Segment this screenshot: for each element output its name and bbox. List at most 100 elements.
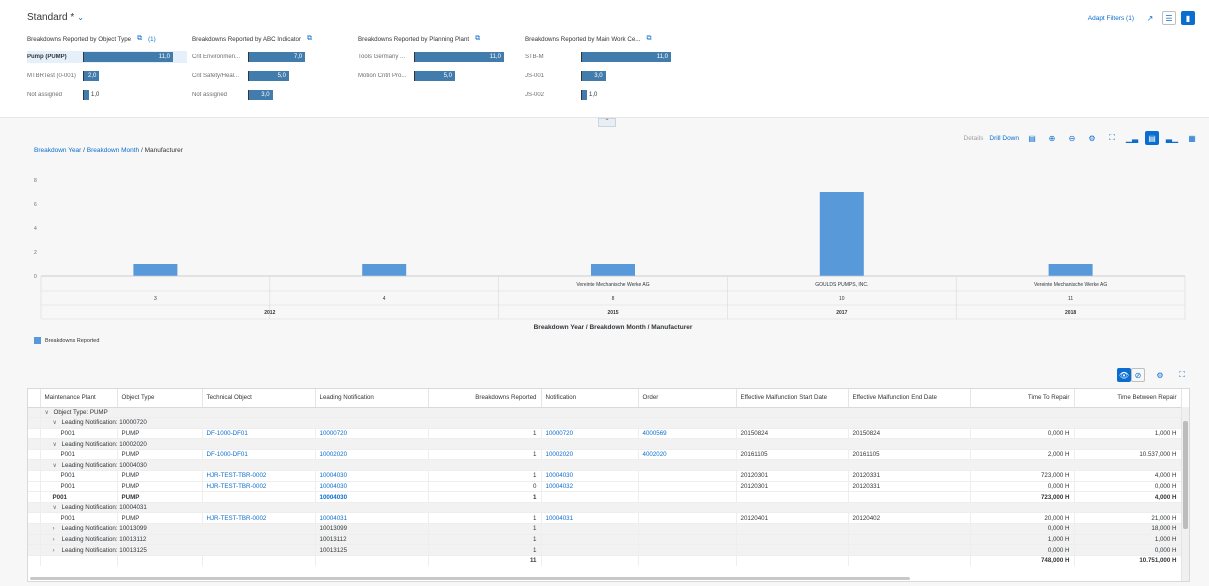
compact-filter-icon[interactable]: ☰ [1162, 11, 1176, 25]
table-cell[interactable]: 10013099 [315, 523, 429, 535]
table-cell[interactable] [638, 481, 737, 493]
group-header-row[interactable]: ∨ Leading Notification: 10004030 [28, 459, 1181, 472]
filter-bar[interactable]: 7,0 [248, 52, 306, 62]
variant-selector[interactable]: Standard * ⌄ [27, 12, 84, 23]
chart-bar[interactable] [1048, 264, 1093, 276]
adapt-filters-link[interactable]: Adapt Filters (1) [1088, 15, 1134, 22]
row-selector[interactable] [28, 407, 41, 419]
table-row[interactable]: P001 PUMP HJR-TEST-TBR-0002 10004030 1 100040… [28, 470, 1182, 482]
collapsed-group-row[interactable]: › Leading Notification: 10013099 10013099 1… [28, 523, 1182, 535]
filter-bar-row[interactable]: Not assigned 3,0 [192, 89, 352, 101]
table-row[interactable]: P001 PUMP HJR-TEST-TBR-0002 10004031 1 100040… [28, 512, 1182, 525]
chart-bar[interactable] [591, 264, 635, 276]
breadcrumb-item-month[interactable]: Breakdown Month [87, 147, 139, 154]
settings-icon[interactable]: ⚙ [1085, 131, 1099, 145]
filter-card[interactable]: Breakdowns Reported by ABC Indicator ⧉ Cri… [192, 34, 352, 101]
filter-card[interactable]: Breakdowns Reported by Main Work Ce... ⧉ S… [525, 34, 685, 101]
expand-card-icon[interactable]: ⧉ [475, 35, 480, 43]
table-cell[interactable]: 10002020 [315, 449, 429, 461]
row-selector[interactable] [28, 481, 41, 493]
filter-bar[interactable]: 5,0 [248, 71, 289, 81]
group-header-row[interactable]: ∨ Leading Notification: 10000720 [28, 417, 1181, 429]
row-selector[interactable] [28, 544, 41, 556]
filter-bar[interactable]: 5,0 [414, 71, 455, 81]
group-header-cell[interactable]: ∨ Leading Notification: 10004030 [40, 459, 1181, 472]
expand-card-icon[interactable]: ⧉ [646, 35, 651, 43]
table-cell[interactable]: DF-1000-DF01 [202, 449, 316, 461]
group-header-row[interactable]: ∨ Leading Notification: 10004031 [28, 502, 1181, 514]
filter-bar[interactable] [83, 90, 89, 100]
column-header[interactable]: Maintenance Plant [40, 389, 118, 408]
table-cell[interactable]: 10000720 [541, 428, 639, 440]
grand-total-row[interactable]: 11 748,000 H 10.751,000 H [28, 555, 1182, 566]
filter-bar-row[interactable]: JS-001 3,0 [525, 70, 685, 82]
table-cell[interactable]: 10002020 [541, 449, 639, 461]
chart-bar[interactable] [133, 264, 178, 276]
row-selector[interactable] [28, 502, 41, 514]
table-row[interactable]: P001 PUMP DF-1000-DF01 10000720 1 10000720 400… [28, 428, 1182, 440]
zoom-in-icon[interactable]: ⊕ [1045, 131, 1059, 145]
column-header[interactable]: Time To Repair [970, 389, 1075, 408]
hide-details-icon[interactable]: ⊘ [1131, 368, 1145, 382]
vertical-scrollbar[interactable] [1181, 407, 1189, 581]
table-cell[interactable]: 10013125 [315, 544, 429, 556]
table-cell[interactable] [638, 470, 737, 482]
filter-bar-row[interactable]: Motion Cntrl Pro... 5,0 [358, 70, 518, 82]
column-header[interactable]: Effective Malfunction Start Date [736, 389, 849, 408]
filter-bar-row[interactable]: STB-M 11,0 [525, 51, 685, 63]
column-header[interactable]: Order [638, 389, 737, 408]
chart-view-icon[interactable]: ▤ [1145, 131, 1159, 145]
table-cell[interactable]: 10004031 [315, 512, 429, 525]
collapse-group-icon[interactable]: ∨ [45, 409, 54, 416]
group-header-cell[interactable]: ∨ Leading Notification: 10002020 [40, 438, 1181, 450]
table-cell[interactable]: 10000720 [315, 428, 429, 440]
filter-bar[interactable]: 11,0 [83, 52, 173, 62]
filter-bar-row[interactable]: Crit Environmen... 7,0 [192, 51, 352, 63]
breadcrumb-item-year[interactable]: Breakdown Year [34, 147, 81, 154]
group-header-row[interactable]: ∨ Object Type: PUMP [28, 407, 1181, 419]
table-view-icon[interactable]: ▦ [1185, 131, 1199, 145]
table-cell[interactable]: 10004032 [541, 481, 639, 493]
table-cell[interactable]: 10004030 [315, 491, 429, 503]
collapse-group-icon[interactable]: ∨ [53, 419, 62, 426]
collapse-group-icon[interactable]: ∨ [53, 504, 62, 511]
subtotal-row[interactable]: P001 PUMP 10004030 1 723,000 H 4,000 H [28, 491, 1182, 503]
collapse-header-button[interactable]: ⌃ [598, 118, 616, 127]
legend-icon[interactable]: ▤ [1025, 131, 1039, 145]
table-settings-icon[interactable]: ⚙ [1153, 368, 1167, 382]
group-header-cell[interactable]: ∨ Object Type: PUMP [40, 407, 1181, 419]
details-button[interactable]: Details [964, 135, 984, 142]
filter-card[interactable]: Breakdowns Reported by Object Type ⧉ (1) Pu… [27, 34, 187, 101]
column-header[interactable]: Technical Object [202, 389, 316, 408]
table-cell[interactable]: DF-1000-DF01 [202, 428, 316, 440]
chart-type-icon[interactable]: ▁▃ [1125, 131, 1139, 145]
column-header[interactable]: Breakdowns Reported [428, 389, 542, 408]
group-header-cell[interactable]: ∨ Leading Notification: 10000720 [40, 417, 1181, 429]
row-selector[interactable] [28, 491, 41, 503]
group-header-cell[interactable]: › Leading Notification: 10013125 [40, 544, 316, 556]
table-cell[interactable]: HJR-TEST-TBR-0002 [202, 470, 316, 482]
expand-group-icon[interactable]: › [53, 525, 62, 532]
show-details-icon[interactable]: 👁 [1117, 368, 1131, 382]
table-cell[interactable]: 4002020 [638, 449, 737, 461]
group-header-cell[interactable]: › Leading Notification: 10013099 [40, 523, 316, 535]
collapse-group-icon[interactable]: ∨ [53, 441, 62, 448]
filter-card[interactable]: Breakdowns Reported by Planning Plant ⧉ To… [358, 34, 518, 82]
filter-bar-row[interactable]: Crit Safety/Heal... 5,0 [192, 70, 352, 82]
table-fullscreen-icon[interactable]: ⛶ [1175, 368, 1189, 382]
table-cell[interactable]: 10004031 [541, 512, 639, 525]
filter-bar[interactable]: 11,0 [414, 52, 504, 62]
table-cell[interactable]: 10004030 [315, 470, 429, 482]
expand-group-icon[interactable]: › [53, 536, 62, 543]
column-header[interactable]: Leading Notification [315, 389, 429, 408]
row-selector[interactable] [28, 428, 41, 440]
filter-bar-row[interactable]: Not assigned 1,0 [27, 89, 187, 101]
row-selector[interactable] [28, 512, 41, 525]
row-selector[interactable] [28, 459, 41, 472]
expand-card-icon[interactable]: ⧉ [307, 35, 312, 43]
column-header[interactable]: Object Type [117, 389, 203, 408]
filter-bar[interactable]: 3,0 [248, 90, 273, 100]
table-cell[interactable]: 10004030 [541, 470, 639, 482]
filter-bar[interactable]: 2,0 [83, 71, 100, 81]
table-cell[interactable]: 4000569 [638, 428, 737, 440]
